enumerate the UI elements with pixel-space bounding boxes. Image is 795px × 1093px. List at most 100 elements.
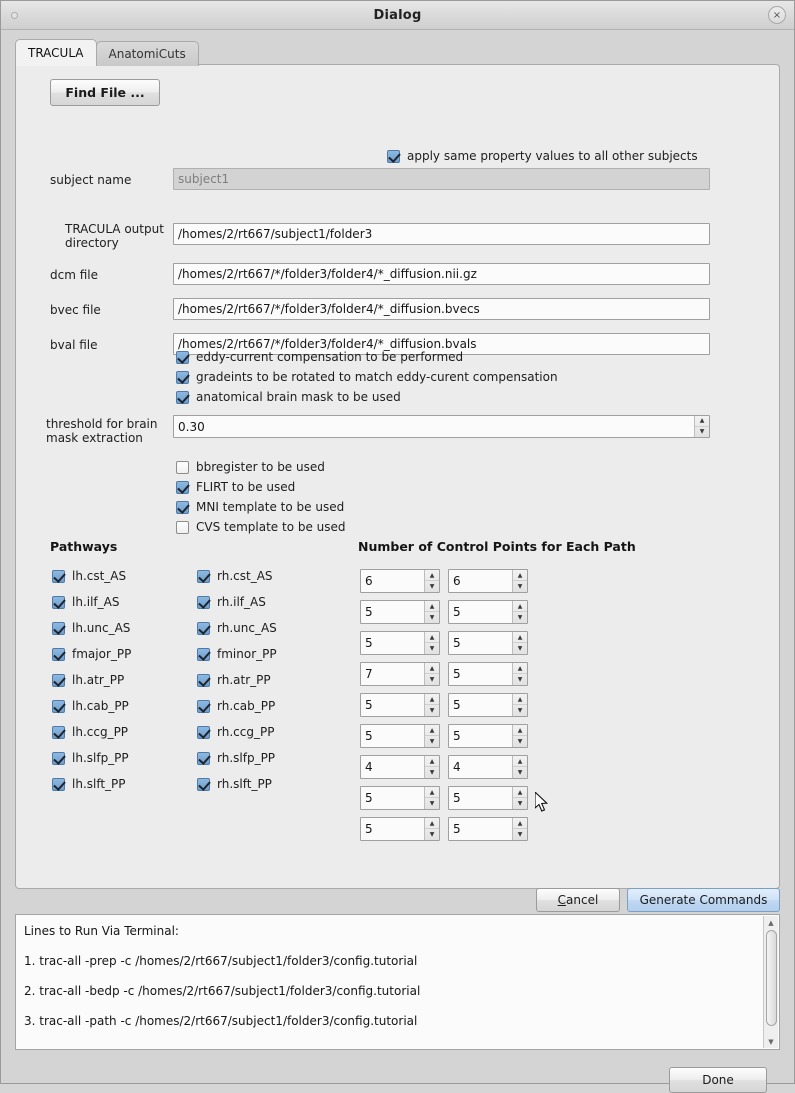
control-points-increment-icon-right-3[interactable]: ▲	[513, 663, 527, 674]
control-points-spinner-right-3[interactable]: 5▲▼	[448, 662, 528, 686]
control-points-spinner-left-7[interactable]: 5▲▼	[360, 786, 440, 810]
control-points-decrement-icon-right-8[interactable]: ▼	[513, 829, 527, 840]
control-points-spinner-left-6[interactable]: 4▲▼	[360, 755, 440, 779]
pathway-checkbox-rh.atr_PP[interactable]	[197, 674, 210, 687]
pathway-checkbox-lh.slfp_PP[interactable]	[52, 752, 65, 765]
control-points-decrement-icon-left-6[interactable]: ▼	[425, 767, 439, 778]
control-points-decrement-icon-left-5[interactable]: ▼	[425, 736, 439, 747]
control-points-value-right-3[interactable]: 5	[449, 663, 512, 685]
pathway-row-right-4[interactable]: rh.atr_PP	[197, 673, 271, 687]
pathway-row-left-2[interactable]: lh.unc_AS	[52, 621, 130, 635]
pathway-row-right-2[interactable]: rh.unc_AS	[197, 621, 277, 635]
control-points-spinner-left-5[interactable]: 5▲▼	[360, 724, 440, 748]
anatomical-mask-checkbox[interactable]	[176, 391, 189, 404]
control-points-decrement-icon-right-1[interactable]: ▼	[513, 612, 527, 623]
pathway-row-right-6[interactable]: rh.ccg_PP	[197, 725, 274, 739]
pathway-checkbox-rh.slfp_PP[interactable]	[197, 752, 210, 765]
control-points-increment-icon-left-1[interactable]: ▲	[425, 601, 439, 612]
pathway-checkbox-rh.unc_AS[interactable]	[197, 622, 210, 635]
control-points-decrement-icon-right-4[interactable]: ▼	[513, 705, 527, 716]
pathway-row-left-8[interactable]: lh.slft_PP	[52, 777, 126, 791]
control-points-value-right-8[interactable]: 5	[449, 818, 512, 840]
control-points-decrement-icon-right-6[interactable]: ▼	[513, 767, 527, 778]
apply-same-values-row[interactable]: apply same property values to all other …	[387, 149, 698, 163]
control-points-increment-icon-right-5[interactable]: ▲	[513, 725, 527, 736]
control-points-increment-icon-right-4[interactable]: ▲	[513, 694, 527, 705]
pathway-row-right-8[interactable]: rh.slft_PP	[197, 777, 272, 791]
control-points-increment-icon-left-4[interactable]: ▲	[425, 694, 439, 705]
control-points-value-right-6[interactable]: 4	[449, 756, 512, 778]
control-points-increment-icon-right-0[interactable]: ▲	[513, 570, 527, 581]
pathway-row-left-0[interactable]: lh.cst_AS	[52, 569, 126, 583]
pathway-checkbox-lh.slft_PP[interactable]	[52, 778, 65, 791]
control-points-value-left-4[interactable]: 5	[361, 694, 424, 716]
pathway-row-left-3[interactable]: fmajor_PP	[52, 647, 131, 661]
threshold-value[interactable]: 0.30	[174, 416, 694, 437]
pathway-checkbox-rh.cst_AS[interactable]	[197, 570, 210, 583]
pathway-row-right-1[interactable]: rh.ilf_AS	[197, 595, 266, 609]
control-points-increment-icon-left-5[interactable]: ▲	[425, 725, 439, 736]
pathway-row-right-3[interactable]: fminor_PP	[197, 647, 277, 661]
option-flirt[interactable]: FLIRT to be used	[176, 480, 295, 494]
option-eddy-current[interactable]: eddy-current compensation to be performe…	[176, 350, 463, 364]
control-points-increment-icon-left-8[interactable]: ▲	[425, 818, 439, 829]
control-points-spinner-left-3[interactable]: 7▲▼	[360, 662, 440, 686]
pathway-checkbox-lh.cab_PP[interactable]	[52, 700, 65, 713]
pathway-row-right-5[interactable]: rh.cab_PP	[197, 699, 275, 713]
control-points-spinner-right-7[interactable]: 5▲▼	[448, 786, 528, 810]
control-points-spinner-left-2[interactable]: 5▲▼	[360, 631, 440, 655]
control-points-decrement-icon-left-0[interactable]: ▼	[425, 581, 439, 592]
control-points-value-left-1[interactable]: 5	[361, 601, 424, 623]
pathway-row-left-5[interactable]: lh.cab_PP	[52, 699, 129, 713]
control-points-decrement-icon-right-0[interactable]: ▼	[513, 581, 527, 592]
control-points-spinner-left-1[interactable]: 5▲▼	[360, 600, 440, 624]
control-points-decrement-icon-right-5[interactable]: ▼	[513, 736, 527, 747]
control-points-spinner-right-0[interactable]: 6▲▼	[448, 569, 528, 593]
control-points-increment-icon-right-8[interactable]: ▲	[513, 818, 527, 829]
control-points-decrement-icon-right-2[interactable]: ▼	[513, 643, 527, 654]
bbregister-checkbox[interactable]	[176, 461, 189, 474]
pathway-checkbox-fmajor_PP[interactable]	[52, 648, 65, 661]
control-points-value-left-0[interactable]: 6	[361, 570, 424, 592]
control-points-value-right-4[interactable]: 5	[449, 694, 512, 716]
control-points-decrement-icon-left-1[interactable]: ▼	[425, 612, 439, 623]
control-points-increment-icon-left-7[interactable]: ▲	[425, 787, 439, 798]
control-points-increment-icon-left-0[interactable]: ▲	[425, 570, 439, 581]
pathway-checkbox-rh.ilf_AS[interactable]	[197, 596, 210, 609]
done-button[interactable]: Done	[669, 1067, 767, 1093]
control-points-increment-icon-right-7[interactable]: ▲	[513, 787, 527, 798]
terminal-scrollbar[interactable]: ▲ ▼	[763, 916, 778, 1048]
scroll-up-icon[interactable]: ▲	[764, 916, 778, 929]
control-points-value-left-3[interactable]: 7	[361, 663, 424, 685]
pathway-checkbox-rh.slft_PP[interactable]	[197, 778, 210, 791]
control-points-decrement-icon-left-4[interactable]: ▼	[425, 705, 439, 716]
bvec-file-input[interactable]: /homes/2/rt667/*/folder3/folder4/*_diffu…	[173, 298, 710, 320]
scrollbar-thumb[interactable]	[766, 930, 777, 1026]
dcm-file-input[interactable]: /homes/2/rt667/*/folder3/folder4/*_diffu…	[173, 263, 710, 285]
control-points-value-right-2[interactable]: 5	[449, 632, 512, 654]
pathway-row-left-7[interactable]: lh.slfp_PP	[52, 751, 129, 765]
gradients-rotated-checkbox[interactable]	[176, 371, 189, 384]
control-points-value-right-1[interactable]: 5	[449, 601, 512, 623]
control-points-value-left-2[interactable]: 5	[361, 632, 424, 654]
control-points-decrement-icon-right-7[interactable]: ▼	[513, 798, 527, 809]
pathway-row-left-1[interactable]: lh.ilf_AS	[52, 595, 119, 609]
mni-template-checkbox[interactable]	[176, 501, 189, 514]
pathway-checkbox-lh.unc_AS[interactable]	[52, 622, 65, 635]
control-points-spinner-left-8[interactable]: 5▲▼	[360, 817, 440, 841]
control-points-spinner-right-8[interactable]: 5▲▼	[448, 817, 528, 841]
pathway-checkbox-lh.ilf_AS[interactable]	[52, 596, 65, 609]
control-points-spinner-right-2[interactable]: 5▲▼	[448, 631, 528, 655]
pathway-row-left-4[interactable]: lh.atr_PP	[52, 673, 124, 687]
control-points-decrement-icon-right-3[interactable]: ▼	[513, 674, 527, 685]
control-points-increment-icon-left-2[interactable]: ▲	[425, 632, 439, 643]
control-points-value-left-6[interactable]: 4	[361, 756, 424, 778]
cancel-button[interactable]: Cancel	[536, 888, 620, 912]
control-points-value-right-5[interactable]: 5	[449, 725, 512, 747]
control-points-increment-icon-left-6[interactable]: ▲	[425, 756, 439, 767]
control-points-value-right-7[interactable]: 5	[449, 787, 512, 809]
option-gradients-rotated[interactable]: gradeints to be rotated to match eddy-cu…	[176, 370, 558, 384]
control-points-spinner-right-4[interactable]: 5▲▼	[448, 693, 528, 717]
pathway-checkbox-lh.atr_PP[interactable]	[52, 674, 65, 687]
option-cvs-template[interactable]: CVS template to be used	[176, 520, 346, 534]
